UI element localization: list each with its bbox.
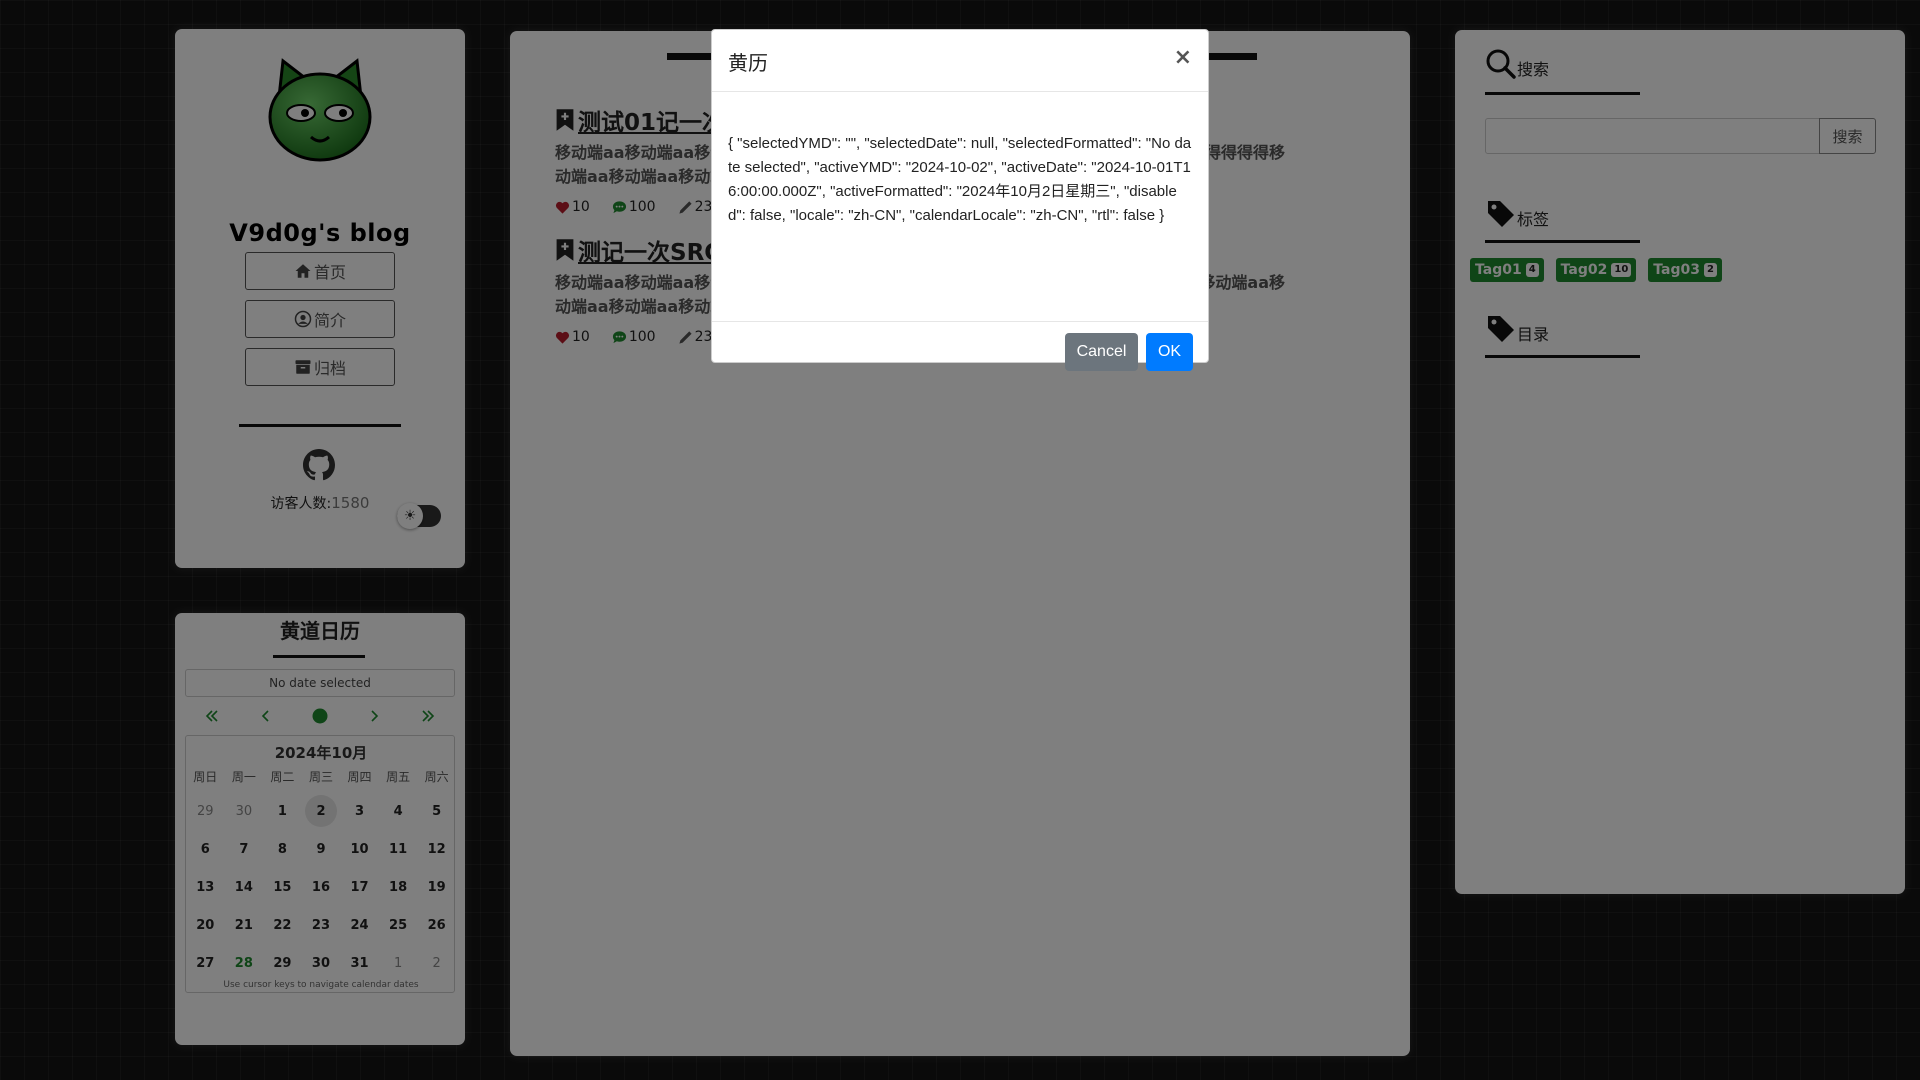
- modal-header: 黄历 ×: [712, 30, 1208, 92]
- almanac-modal: 黄历 × { "selectedYMD": "", "selectedDate"…: [711, 29, 1209, 371]
- ok-button[interactable]: OK: [1146, 333, 1193, 371]
- cancel-button[interactable]: Cancel: [1065, 333, 1138, 371]
- close-icon[interactable]: ×: [1174, 46, 1192, 70]
- modal-body-text: { "selectedYMD": "", "selectedDate": nul…: [712, 92, 1208, 322]
- modal-title: 黄历: [728, 51, 768, 75]
- modal-footer: Cancel OK: [712, 322, 1208, 371]
